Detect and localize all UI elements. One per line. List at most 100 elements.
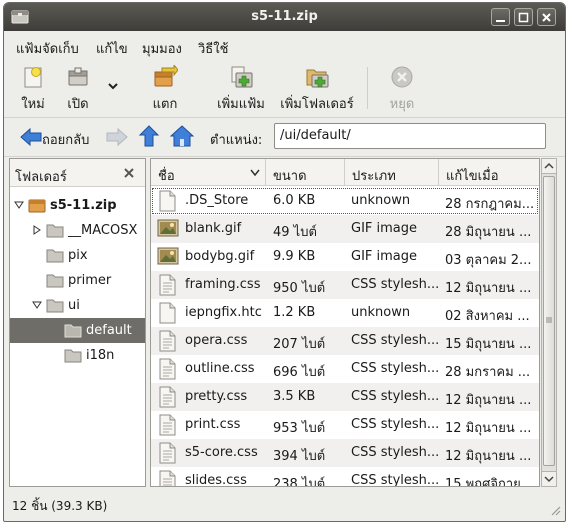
- file-size: 207 ไบต์: [273, 337, 326, 352]
- tree-item-pix[interactable]: pix: [10, 243, 145, 268]
- file-name: outline.css: [185, 361, 255, 376]
- close-button[interactable]: [537, 8, 556, 26]
- new-button[interactable]: ใหม่: [12, 61, 54, 115]
- open-archive-icon: [68, 67, 88, 86]
- menu-view[interactable]: มุมมอง: [142, 38, 182, 59]
- column-modified-label: แก้ไขเมื่อ: [446, 169, 499, 184]
- up-arrow-icon[interactable]: [138, 125, 160, 147]
- file-size: 394 ไบต์: [273, 449, 326, 464]
- table-row[interactable]: pretty.css 3.5 KB CSS stylesh... 12 มิถุนาย…: [151, 383, 539, 411]
- close-sidebar-icon[interactable]: [123, 167, 135, 179]
- vertical-scrollbar[interactable]: [541, 158, 557, 487]
- table-row[interactable]: opera.css 207 ไบต์ CSS stylesh... 15 มิถุนา…: [151, 327, 539, 355]
- column-header-modified[interactable]: แก้ไขเมื่อ: [439, 159, 539, 186]
- table-row[interactable]: framing.css 950 ไบต์ CSS stylesh... 12 มิถุ…: [151, 271, 539, 299]
- window-title: s5-11.zip: [251, 9, 318, 24]
- file-name: framing.css: [185, 277, 261, 292]
- toolbar: ใหม่ เปิด แตก เพิ่มแฟ้ม เพิ่มโฟลเดอร์ หย…: [4, 59, 565, 118]
- status-bar: 12 ชิ้น (39.3 KB): [4, 490, 565, 520]
- stop-icon: [391, 66, 413, 88]
- menu-edit[interactable]: แก้ไข: [96, 38, 128, 59]
- add-folder-button[interactable]: เพิ่มโฟลเดอร์: [275, 61, 359, 115]
- file-type: CSS stylesh...: [351, 333, 439, 348]
- file-modified: 12 มิถุนายน ...: [445, 421, 532, 436]
- location-input[interactable]: /ui/default/: [274, 123, 546, 149]
- folder-icon: [64, 349, 82, 363]
- tree-label: s5-11.zip: [50, 198, 117, 213]
- back-arrow-icon: [20, 127, 42, 147]
- stop-button[interactable]: หยุด: [380, 61, 424, 115]
- chevron-down-icon: [108, 83, 118, 90]
- table-row[interactable]: print.css 953 ไบต์ CSS stylesh... 12 มิถุนา…: [151, 411, 539, 439]
- file-modified: 02 สิงหาคม ...: [445, 309, 530, 324]
- file-size: 1.2 KB: [273, 305, 316, 320]
- column-header-name[interactable]: ชื่อ: [151, 159, 266, 186]
- file-list: ชื่อ ขนาด ประเภท แก้ไขเมื่อ .DS_Store 6.0…: [150, 158, 540, 487]
- expanded-arrow-icon[interactable]: [14, 200, 24, 210]
- home-icon[interactable]: [170, 125, 194, 147]
- text-file-icon: [157, 414, 177, 440]
- resize-grip-icon[interactable]: [549, 504, 561, 516]
- stop-label: หยุด: [389, 97, 415, 112]
- file-modified: 28 มิถุนายน ...: [445, 225, 532, 240]
- file-size: 950 ไบต์: [273, 281, 326, 296]
- column-header-type[interactable]: ประเภท: [345, 159, 439, 186]
- menu-archive[interactable]: แฟ้มจัดเก็บ: [16, 38, 79, 59]
- tree-item-primer[interactable]: primer: [10, 268, 145, 293]
- status-text: 12 ชิ้น (39.3 KB): [12, 499, 108, 513]
- table-row[interactable]: blank.gif 49 ไบต์ GIF image 28 มิถุนายน ...: [151, 215, 539, 243]
- tree-item-i18n[interactable]: i18n: [10, 343, 145, 368]
- generic-file-icon: [157, 302, 177, 328]
- open-button[interactable]: เปิด: [56, 61, 100, 115]
- file-type: unknown: [351, 305, 411, 320]
- file-type: CSS stylesh...: [351, 473, 439, 487]
- text-file-icon: [157, 442, 177, 468]
- tree-item-macosx[interactable]: __MACOSX: [10, 218, 145, 243]
- menu-help[interactable]: วิธีใช้: [198, 38, 228, 59]
- scrollbar-thumb[interactable]: [543, 176, 555, 466]
- add-files-button[interactable]: เพิ่มแฟ้ม: [213, 61, 269, 115]
- table-row[interactable]: iepngfix.htc 1.2 KB unknown 02 สิงหาคม ...: [151, 299, 539, 327]
- tree-item-default[interactable]: default: [10, 318, 145, 343]
- tree-label: default: [86, 323, 132, 338]
- maximize-button[interactable]: [514, 8, 533, 26]
- scroll-up-button[interactable]: [542, 159, 556, 174]
- expanded-arrow-icon[interactable]: [32, 300, 42, 310]
- location-label: ตำแหน่ง:: [210, 133, 263, 148]
- folder-icon: [46, 274, 64, 288]
- file-name: s5-core.css: [185, 445, 258, 460]
- file-modified: 28 กรกฎาคม...: [445, 197, 535, 212]
- collapsed-arrow-icon[interactable]: [32, 225, 42, 235]
- file-name: pretty.css: [185, 389, 248, 404]
- column-header-size[interactable]: ขนาด: [266, 159, 345, 186]
- open-recent-dropdown[interactable]: [104, 61, 122, 115]
- file-size: 49 ไบต์: [273, 225, 317, 240]
- menubar: แฟ้มจัดเก็บ แก้ไข มุมมอง วิธีใช้: [4, 32, 565, 59]
- file-modified: 12 มิถุนายน ...: [445, 393, 532, 408]
- extract-button[interactable]: แตก: [145, 61, 185, 115]
- table-row[interactable]: slides.css 238 ไบต์ CSS stylesh... 15 พฤศจิ…: [151, 467, 539, 487]
- back-button[interactable]: ถอยกลับ: [16, 124, 96, 150]
- file-name: blank.gif: [185, 221, 242, 236]
- text-file-icon: [157, 470, 177, 486]
- tree-item-root[interactable]: s5-11.zip: [10, 193, 145, 218]
- minimize-button[interactable]: [491, 8, 510, 26]
- open-label: เปิด: [67, 97, 89, 112]
- file-size: 953 ไบต์: [273, 421, 326, 436]
- tree-item-ui[interactable]: ui: [10, 293, 145, 318]
- table-row[interactable]: .DS_Store 6.0 KB unknown 28 กรกฎาคม...: [151, 187, 539, 215]
- file-name: slides.css: [185, 473, 247, 487]
- sort-descending-icon: [250, 169, 260, 177]
- table-row[interactable]: bodybg.gif 9.9 KB GIF image 03 ตุลาคม 2...: [151, 243, 539, 271]
- title-bar[interactable]: s5-11.zip: [4, 3, 565, 31]
- table-row[interactable]: s5-core.css 394 ไบต์ CSS stylesh... 12 มิถุ…: [151, 439, 539, 467]
- scroll-down-button[interactable]: [542, 471, 556, 486]
- table-row[interactable]: outline.css 696 ไบต์ CSS stylesh... 28 มกรา…: [151, 355, 539, 383]
- file-size: 3.5 KB: [273, 389, 316, 404]
- folder-icon: [46, 249, 64, 263]
- tree-label: __MACOSX: [68, 223, 138, 238]
- file-type: unknown: [351, 193, 411, 208]
- column-name-label: ชื่อ: [158, 169, 175, 184]
- forward-arrow-icon[interactable]: [106, 127, 128, 147]
- file-name: print.css: [185, 417, 241, 432]
